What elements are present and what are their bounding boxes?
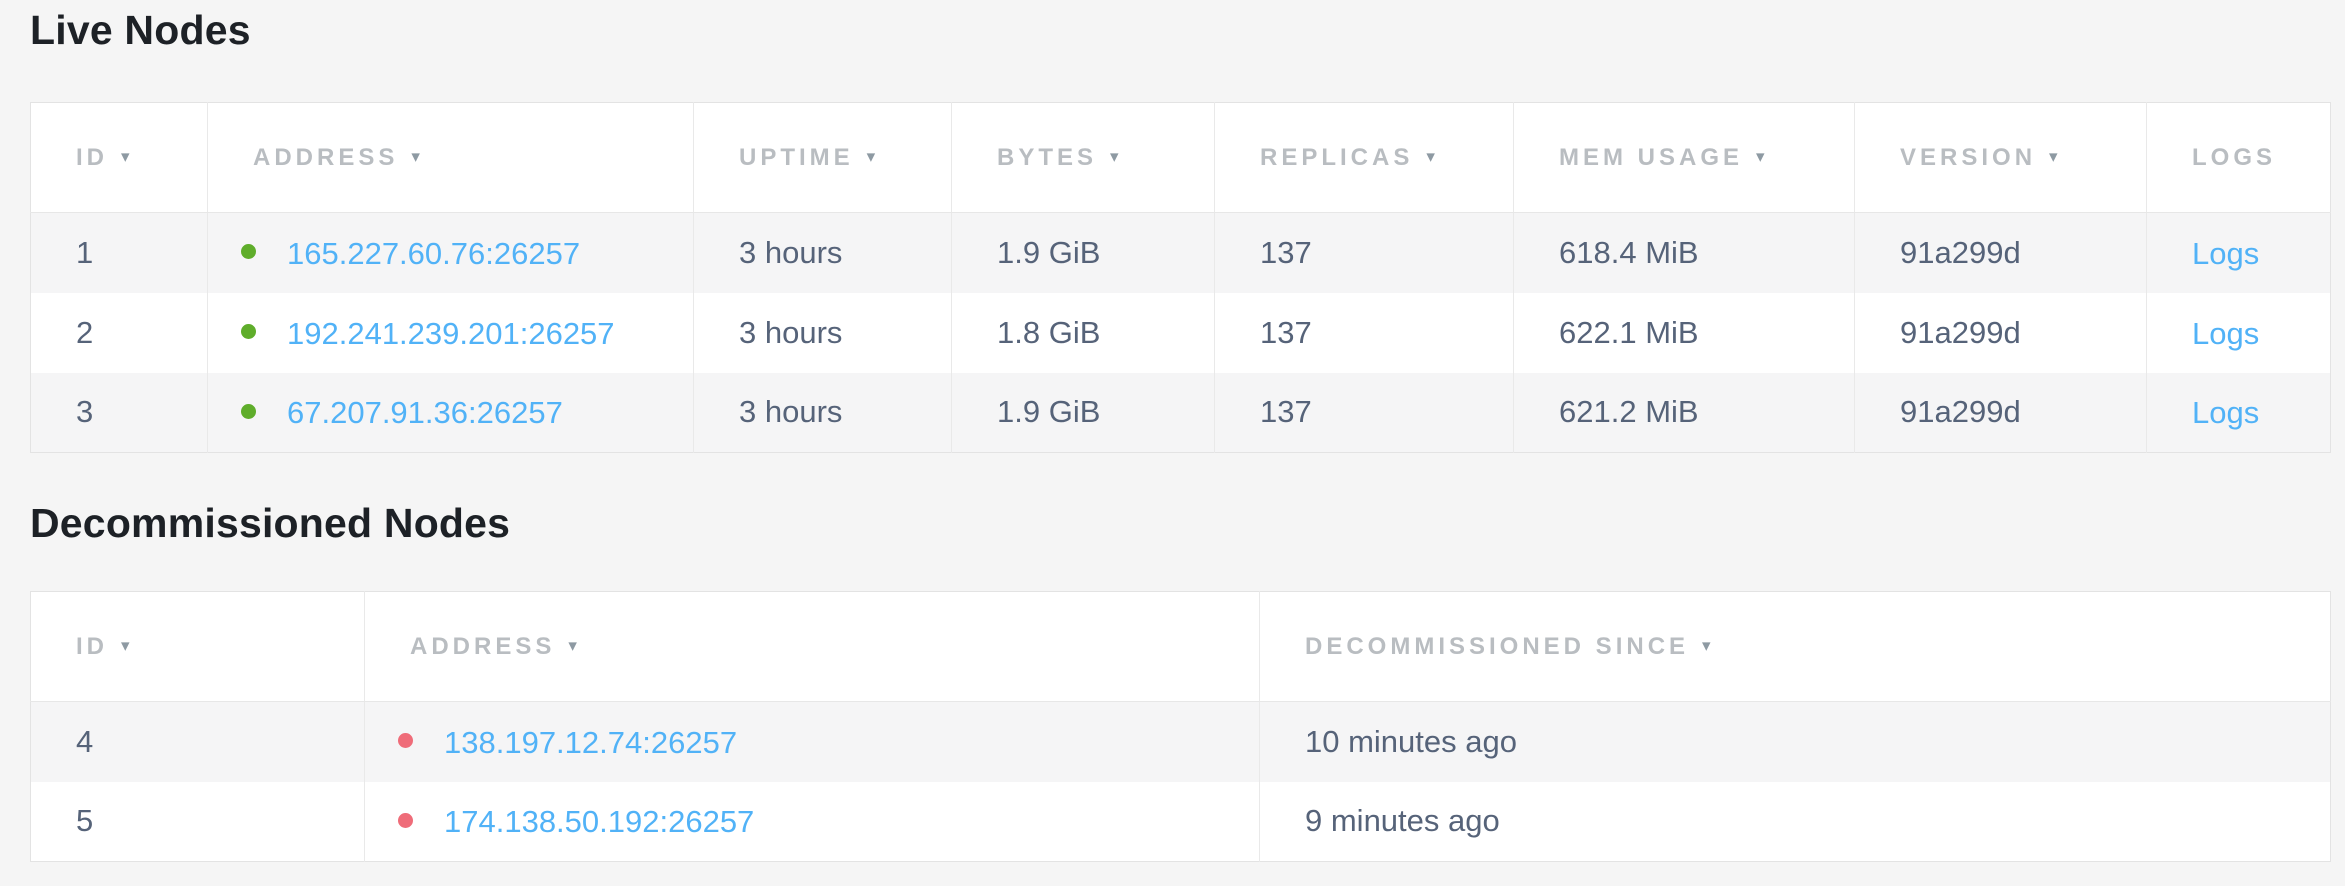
node-address-link[interactable]: 192.241.239.201:26257	[287, 315, 615, 350]
decommissioned-node-row: 5 174.138.50.192:26257 9 minutes ago	[31, 782, 2331, 862]
decommissioned-col-header-id[interactable]: ID ▾	[31, 592, 365, 702]
sort-arrow-icon: ▾	[867, 147, 876, 167]
node-id-cell: 4	[31, 702, 365, 782]
node-logs-cell: Logs	[2147, 373, 2331, 453]
decommissioned-col-header-since[interactable]: Decommissioned Since ▾	[1260, 592, 2331, 702]
sort-arrow-icon: ▾	[1756, 147, 1765, 167]
decommissioned-status-dot-icon	[398, 813, 413, 828]
node-mem-usage-cell: 622.1 MiB	[1514, 293, 1855, 373]
node-logs-cell: Logs	[2147, 293, 2331, 373]
sort-arrow-icon: ▾	[411, 147, 420, 167]
node-version-cell: 91a299d	[1855, 293, 2147, 373]
node-uptime-cell: 3 hours	[694, 373, 952, 453]
live-nodes-title: Live Nodes	[30, 0, 2330, 54]
live-status-dot-icon	[241, 244, 256, 259]
node-replicas-cell: 137	[1215, 213, 1514, 293]
live-col-header-replicas[interactable]: Replicas ▾	[1215, 103, 1514, 213]
node-mem-usage-cell: 618.4 MiB	[1514, 213, 1855, 293]
node-decommissioned-since-cell: 9 minutes ago	[1260, 782, 2331, 862]
node-uptime-cell: 3 hours	[694, 293, 952, 373]
live-col-header-version[interactable]: Version ▾	[1855, 103, 2147, 213]
node-id-cell: 3	[31, 373, 208, 453]
decommissioned-nodes-title: Decommissioned Nodes	[30, 499, 2330, 547]
node-bytes-cell: 1.9 GiB	[952, 213, 1215, 293]
decommissioned-status-dot-icon	[398, 733, 413, 748]
live-col-header-address[interactable]: Address ▾	[208, 103, 694, 213]
node-logs-link[interactable]: Logs	[2192, 236, 2259, 271]
node-id-cell: 5	[31, 782, 365, 862]
decommissioned-col-header-address[interactable]: Address ▾	[365, 592, 1260, 702]
col-label: ID	[76, 144, 108, 171]
sort-arrow-icon: ▾	[1702, 636, 1711, 656]
live-col-header-uptime[interactable]: Uptime ▾	[694, 103, 952, 213]
col-label: Address	[410, 633, 555, 660]
node-address-cell: 165.227.60.76:26257	[208, 213, 694, 293]
live-node-row: 3 67.207.91.36:26257 3 hours 1.9 GiB 137…	[31, 373, 2331, 453]
node-address-link[interactable]: 174.138.50.192:26257	[444, 804, 754, 839]
decommissioned-node-row: 4 138.197.12.74:26257 10 minutes ago	[31, 702, 2331, 782]
live-col-header-bytes[interactable]: Bytes ▾	[952, 103, 1215, 213]
sort-arrow-icon: ▾	[1426, 147, 1435, 167]
live-col-header-id[interactable]: ID ▾	[31, 103, 208, 213]
col-label: Mem Usage	[1559, 144, 1743, 171]
sort-arrow-icon: ▾	[2049, 147, 2058, 167]
node-logs-cell: Logs	[2147, 213, 2331, 293]
node-logs-link[interactable]: Logs	[2192, 395, 2259, 430]
live-nodes-table: ID ▾ Address ▾ Uptime ▾ Bytes ▾ Replicas ▾ Me…	[30, 102, 2331, 453]
node-address-cell: 192.241.239.201:26257	[208, 293, 694, 373]
live-col-header-mem-usage[interactable]: Mem Usage ▾	[1514, 103, 1855, 213]
sort-arrow-icon: ▾	[121, 636, 130, 656]
node-version-cell: 91a299d	[1855, 373, 2147, 453]
live-node-row: 1 165.227.60.76:26257 3 hours 1.9 GiB 13…	[31, 213, 2331, 293]
node-mem-usage-cell: 621.2 MiB	[1514, 373, 1855, 453]
node-address-cell: 67.207.91.36:26257	[208, 373, 694, 453]
col-label: Address	[253, 144, 398, 171]
live-nodes-header-row: ID ▾ Address ▾ Uptime ▾ Bytes ▾ Replicas ▾ Me…	[31, 103, 2331, 213]
node-id-cell: 2	[31, 293, 208, 373]
decommissioned-nodes-header-row: ID ▾ Address ▾ Decommissioned Since ▾	[31, 592, 2331, 702]
node-id-cell: 1	[31, 213, 208, 293]
node-version-cell: 91a299d	[1855, 213, 2147, 293]
live-status-dot-icon	[241, 404, 256, 419]
sort-arrow-icon: ▾	[121, 147, 130, 167]
node-address-cell: 174.138.50.192:26257	[365, 782, 1260, 862]
node-replicas-cell: 137	[1215, 373, 1514, 453]
col-label: Replicas	[1260, 144, 1413, 171]
sort-arrow-icon: ▾	[568, 636, 577, 656]
node-decommissioned-since-cell: 10 minutes ago	[1260, 702, 2331, 782]
col-label: ID	[76, 633, 108, 660]
node-replicas-cell: 137	[1215, 293, 1514, 373]
node-address-link[interactable]: 138.197.12.74:26257	[444, 725, 737, 760]
node-bytes-cell: 1.8 GiB	[952, 293, 1215, 373]
node-uptime-cell: 3 hours	[694, 213, 952, 293]
col-label: Uptime	[739, 144, 854, 171]
node-logs-link[interactable]: Logs	[2192, 315, 2259, 350]
node-address-link[interactable]: 165.227.60.76:26257	[287, 236, 580, 271]
node-list-page: Live Nodes ID ▾ Address ▾ Uptime ▾ Bytes ▾ R…	[30, 0, 2330, 862]
col-label: Logs	[2192, 144, 2276, 171]
sort-arrow-icon: ▾	[1110, 147, 1119, 167]
col-label: Bytes	[997, 144, 1097, 171]
node-address-cell: 138.197.12.74:26257	[365, 702, 1260, 782]
live-col-header-logs: Logs	[2147, 103, 2331, 213]
decommissioned-nodes-table: ID ▾ Address ▾ Decommissioned Since ▾ 4 138…	[30, 591, 2331, 862]
node-address-link[interactable]: 67.207.91.36:26257	[287, 395, 563, 430]
live-status-dot-icon	[241, 324, 256, 339]
col-label: Decommissioned Since	[1305, 633, 1689, 660]
col-label: Version	[1900, 144, 2036, 171]
live-node-row: 2 192.241.239.201:26257 3 hours 1.8 GiB …	[31, 293, 2331, 373]
node-bytes-cell: 1.9 GiB	[952, 373, 1215, 453]
